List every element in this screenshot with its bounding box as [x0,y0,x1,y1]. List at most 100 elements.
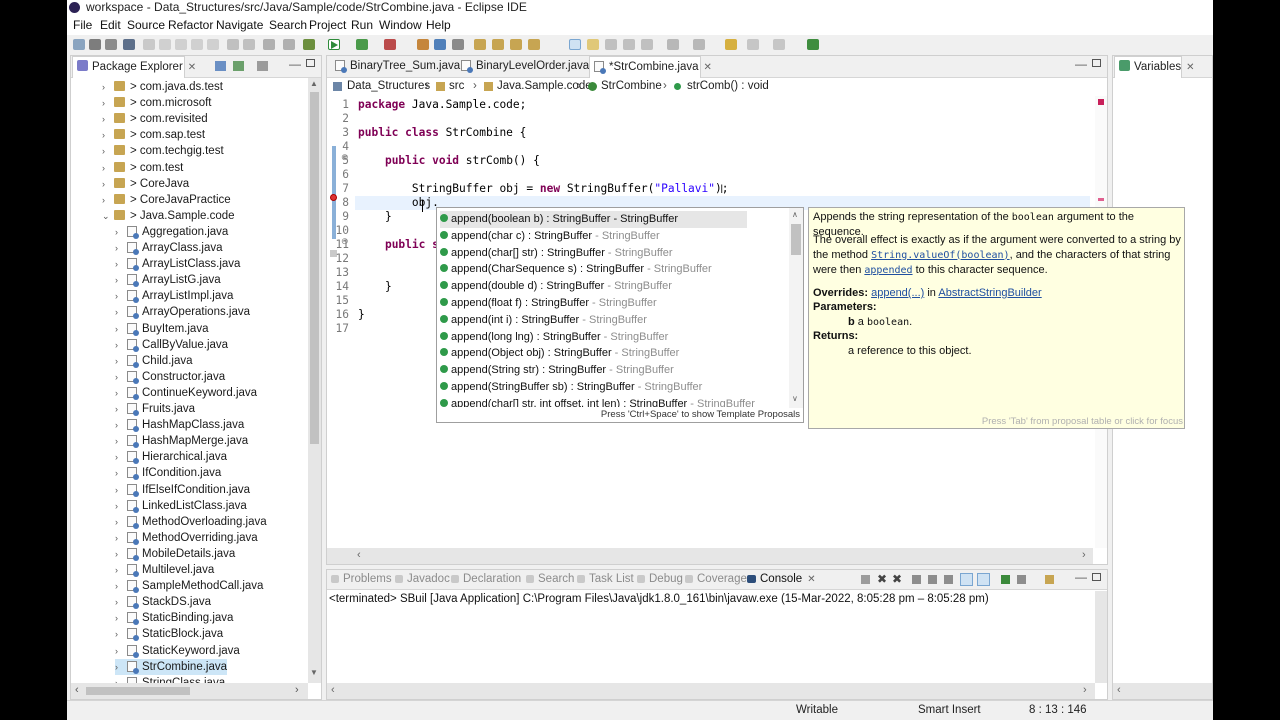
breadcrumb-src[interactable]: src [449,78,464,95]
chevron-right-icon[interactable]: › [115,498,127,514]
tree-file-item[interactable]: › Fruits.java [115,401,195,417]
tree-file-item[interactable]: › StaticBlock.java [115,626,223,642]
chevron-right-icon[interactable]: › [102,127,114,143]
new-class-icon[interactable] [452,39,464,50]
chevron-right-icon[interactable]: › [102,160,114,176]
chevron-down-icon[interactable]: ⌄ [102,208,114,224]
chevron-right-icon[interactable]: › [115,224,127,240]
minimize-icon[interactable]: — [1075,57,1087,71]
close-icon[interactable]: ✕ [1186,62,1194,73]
skip-breakpoints-icon[interactable] [143,39,155,50]
scroll-left-icon[interactable]: ‹ [331,684,335,696]
chevron-right-icon[interactable]: › [102,143,114,159]
proposal-item[interactable]: append(boolean b) : StringBuffer - Strin… [440,211,747,228]
search-toolbar-icon[interactable] [510,39,522,50]
tree-file-item[interactable]: › ArrayClass.java [115,240,223,256]
step-over-icon[interactable] [243,39,255,50]
tree-file-item[interactable]: › CallByValue.java [115,337,228,353]
chevron-right-icon[interactable]: › [115,465,127,481]
external-tools-icon[interactable] [384,39,396,50]
chevron-right-icon[interactable]: › [115,401,127,417]
scroll-down-icon[interactable]: ∨ [792,394,798,403]
menu-edit[interactable]: Edit [100,18,121,32]
tab-variables[interactable]: Variables ✕ [1114,56,1194,78]
toggle-mark-occurrences-icon[interactable] [569,39,581,50]
proposal-item[interactable]: append(char[] str) : StringBuffer - Stri… [440,245,747,262]
tree-file-item[interactable]: › ContinueKeyword.java [115,385,257,401]
console-horizontal-scrollbar[interactable]: ‹ › [327,683,1095,699]
chevron-right-icon[interactable]: › [115,546,127,562]
tab-problems[interactable]: Problems [331,573,392,585]
chevron-right-icon[interactable]: › [102,95,114,111]
chevron-right-icon[interactable]: › [115,514,127,530]
proposal-item[interactable]: append(float f) : StringBuffer - StringB… [440,295,747,312]
pin-editor-icon[interactable] [807,39,819,50]
abstractstringbuilder-link[interactable]: AbstractStringBuilder [938,287,1041,299]
tab-declaration[interactable]: Declaration [451,573,521,585]
tab-javadoc[interactable]: Javadoc [395,573,450,585]
chevron-right-icon[interactable]: › [115,530,127,546]
menu-navigate[interactable]: Navigate [216,18,263,32]
tree-package-item[interactable]: › > CoreJavaPractice [102,192,231,208]
proposal-item[interactable]: append(String str) : StringBuffer - Stri… [440,362,747,379]
remove-all-launches-icon[interactable]: ✖ [892,572,902,586]
tree-package-item[interactable]: › > com.test [102,160,183,176]
tree-file-item[interactable]: › StackDS.java [115,594,211,610]
chevron-right-icon[interactable]: › [102,111,114,127]
open-type-icon[interactable] [474,39,486,50]
string-valueof-link[interactable]: String.valueOf(boolean) [871,250,1009,261]
chevron-right-icon[interactable]: › [115,417,127,433]
open-console-icon[interactable] [1045,575,1054,584]
chevron-right-icon[interactable]: › [115,337,127,353]
chevron-right-icon[interactable]: › [115,321,127,337]
tab-package-explorer[interactable]: Package Explorer ✕ [72,56,196,78]
debug-icon[interactable] [303,39,315,50]
tree-file-item[interactable]: › StringClass.java [115,675,225,683]
scroll-right-icon[interactable]: › [1083,684,1087,696]
tree-file-item[interactable]: › ArrayListClass.java [115,256,240,272]
forward-icon[interactable] [773,39,785,50]
tree-horizontal-scrollbar[interactable]: ‹ › [71,683,308,699]
proposal-scrollbar[interactable]: ∧ ∨ [789,208,803,408]
new-icon[interactable] [73,39,85,50]
show-on-stdout-icon[interactable] [960,573,973,586]
save-icon[interactable] [89,39,101,50]
breadcrumb-method[interactable]: strComb() : void [687,78,769,95]
chevron-right-icon[interactable]: › [115,433,127,449]
close-icon[interactable]: ✕ [807,574,815,585]
tree-file-item[interactable]: › MobileDetails.java [115,546,235,562]
remove-launch-icon[interactable]: ✖ [877,572,887,586]
tree-package-item[interactable]: › > com.sap.test [102,127,205,143]
close-icon[interactable]: ✕ [188,62,196,73]
tree-file-item[interactable]: › MethodOverriding.java [115,530,258,546]
chevron-right-icon[interactable]: › [115,304,127,320]
menu-window[interactable]: Window [379,18,422,32]
chevron-right-icon[interactable]: › [115,240,127,256]
menu-help[interactable]: Help [426,18,451,32]
error-overview-icon[interactable] [1098,99,1104,105]
chevron-right-icon[interactable]: › [115,385,127,401]
scroll-up-icon[interactable]: ∧ [792,210,798,219]
chevron-right-icon[interactable]: › [115,288,127,304]
collapse-all-icon[interactable] [215,61,226,71]
tree-scroll-thumb[interactable] [310,92,319,444]
proposal-item[interactable]: append(Object obj) : StringBuffer - Stri… [440,345,747,362]
chevron-right-icon[interactable]: › [102,79,114,95]
appended-link[interactable]: appended [864,265,912,276]
tree-file-item[interactable]: › StaticKeyword.java [115,643,240,659]
block-selection-icon[interactable] [623,39,635,50]
clear-console-icon[interactable] [912,575,921,584]
chevron-right-icon[interactable]: › [115,594,127,610]
breadcrumb-project[interactable]: Data_Structures [347,78,430,95]
tree-file-item[interactable]: › IfElseIfCondition.java [115,482,250,498]
tree-package-item[interactable]: ⌄ > Java.Sample.code [102,208,235,224]
minimize-icon[interactable]: — [289,57,301,71]
tree-package-item[interactable]: › > com.java.ds.test [102,79,223,95]
chevron-right-icon[interactable]: › [102,176,114,192]
menu-refactor[interactable]: Refactor [168,18,213,32]
show-whitespace-icon[interactable] [641,39,653,50]
tree-file-item[interactable]: › Hierarchical.java [115,449,227,465]
step-into-icon[interactable] [227,39,239,50]
proposal-item[interactable]: append(char[] str, int offset, int len) … [440,396,755,407]
maximize-icon[interactable] [306,59,315,67]
